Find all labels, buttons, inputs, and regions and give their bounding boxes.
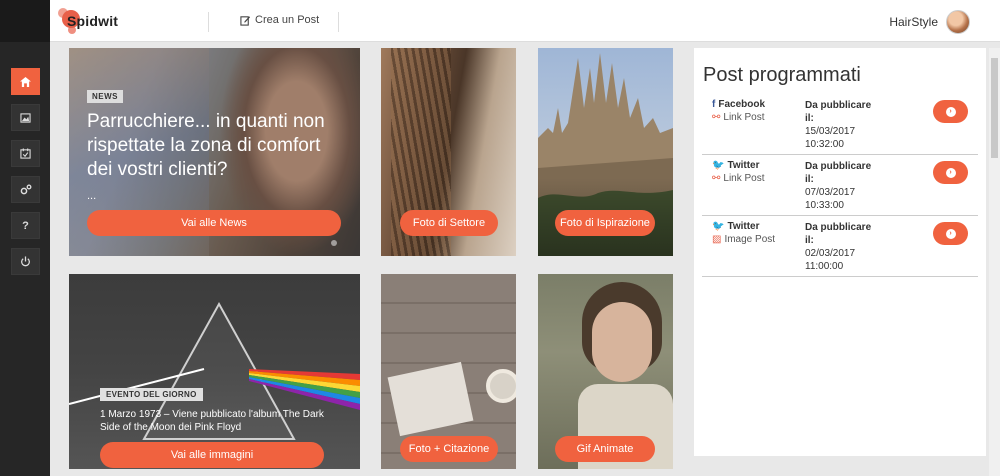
twitter-icon: 🐦 bbox=[712, 221, 725, 232]
news-tile[interactable]: NEWS Parrucchiere... in quanti non rispe… bbox=[69, 48, 360, 256]
evento-button[interactable]: Vai alle immagini bbox=[100, 442, 324, 468]
news-more: ... bbox=[87, 190, 97, 202]
scrollbar-thumb[interactable] bbox=[991, 58, 998, 158]
gif-tile[interactable]: Gif Animate bbox=[538, 274, 673, 469]
avatar bbox=[946, 10, 970, 34]
citazione-tile[interactable]: Foto + Citazione bbox=[381, 274, 516, 469]
logo-text: Spidwit bbox=[67, 13, 119, 29]
settings-icon[interactable] bbox=[11, 176, 40, 203]
prism-illustration bbox=[69, 301, 360, 440]
new-post-label: Crea un Post bbox=[255, 14, 320, 26]
post-type: ⚯ Link Post bbox=[712, 173, 765, 184]
evento-text: 1 Marzo 1973 – Viene pubblicato l'album … bbox=[100, 409, 324, 433]
settore-tile[interactable]: Foto di Settore bbox=[381, 48, 516, 256]
twitter-icon: 🐦 bbox=[712, 160, 725, 171]
news-button[interactable]: Vai alle News bbox=[87, 210, 341, 236]
news-badge: NEWS bbox=[87, 90, 123, 103]
carousel-dot[interactable] bbox=[331, 240, 337, 246]
new-post-button[interactable]: Crea un Post bbox=[240, 14, 319, 26]
network: f Facebook bbox=[712, 99, 765, 110]
gif-button[interactable]: Gif Animate bbox=[555, 436, 655, 462]
news-title: Parrucchiere... in quanti non rispettate… bbox=[87, 111, 325, 180]
home-icon[interactable] bbox=[11, 68, 40, 95]
post-type-label: Link Post bbox=[723, 112, 765, 123]
post-row: f Facebook ⚯ Link Post Da pubblicare il:… bbox=[702, 94, 978, 155]
post-type-label: Link Post bbox=[723, 173, 765, 184]
chevron-right-icon: › bbox=[945, 167, 956, 178]
power-icon[interactable] bbox=[11, 248, 40, 275]
schedule-info: Da pubblicare il: 07/03/2017 10:33:00 bbox=[805, 160, 875, 212]
network: 🐦 Twitter bbox=[712, 160, 760, 171]
chevron-right-icon: › bbox=[945, 228, 956, 239]
schedule-date: 02/03/2017 bbox=[805, 248, 856, 259]
evento-tile[interactable]: EVENTO DEL GIORNO 1 Marzo 1973 – Viene p… bbox=[69, 274, 360, 469]
logo[interactable]: Spidwit bbox=[58, 6, 178, 38]
open-post-button[interactable]: › bbox=[933, 161, 968, 184]
help-icon[interactable]: ? bbox=[11, 212, 40, 239]
schedule-label: Da pubblicare il: bbox=[805, 161, 872, 185]
image-icon: ▨ bbox=[712, 234, 722, 245]
chevron-right-icon: › bbox=[945, 106, 956, 117]
link-icon: ⚯ bbox=[712, 173, 721, 184]
cup-photo bbox=[486, 369, 516, 403]
sidebar: ? bbox=[0, 42, 50, 476]
schedule-time: 10:33:00 bbox=[805, 200, 844, 211]
schedule-date: 15/03/2017 bbox=[805, 126, 856, 137]
open-post-button[interactable]: › bbox=[933, 100, 968, 123]
post-type-label: Image Post bbox=[724, 234, 776, 245]
user-menu[interactable]: HairStyle bbox=[889, 10, 970, 34]
post-type: ▨ Image Post bbox=[712, 234, 775, 245]
schedule-time: 10:32:00 bbox=[805, 139, 844, 150]
schedule-time: 11:00:00 bbox=[805, 261, 844, 272]
top-bar: Spidwit Crea un Post HairStyle bbox=[0, 0, 1000, 42]
post-row: 🐦 Twitter ▨ Image Post Da pubblicare il:… bbox=[702, 216, 978, 277]
evento-badge: EVENTO DEL GIORNO bbox=[100, 388, 203, 401]
divider bbox=[208, 12, 209, 32]
network-label: Facebook bbox=[718, 99, 766, 110]
facebook-icon: f bbox=[712, 99, 716, 110]
network: 🐦 Twitter bbox=[712, 221, 760, 232]
gallery-icon[interactable] bbox=[11, 104, 40, 131]
citazione-button[interactable]: Foto + Citazione bbox=[400, 436, 498, 462]
settore-button[interactable]: Foto di Settore bbox=[400, 210, 498, 236]
schedule-label: Da pubblicare il: bbox=[805, 222, 872, 246]
user-name: HairStyle bbox=[889, 15, 938, 29]
scheduled-posts-panel: Post programmati f Facebook ⚯ Link Post … bbox=[694, 48, 986, 456]
link-icon: ⚯ bbox=[712, 112, 721, 123]
panel-title: Post programmati bbox=[703, 64, 861, 86]
calendar-icon[interactable] bbox=[11, 140, 40, 167]
face-shape bbox=[592, 302, 652, 382]
schedule-info: Da pubblicare il: 15/03/2017 10:32:00 bbox=[805, 99, 875, 151]
open-post-button[interactable]: › bbox=[933, 222, 968, 245]
edit-icon bbox=[240, 15, 251, 26]
ispirazione-tile[interactable]: Foto di Ispirazione bbox=[538, 48, 673, 256]
paper-photo bbox=[387, 361, 474, 437]
ispirazione-button[interactable]: Foto di Ispirazione bbox=[555, 210, 655, 236]
network-label: Twitter bbox=[727, 221, 760, 232]
post-row: 🐦 Twitter ⚯ Link Post Da pubblicare il: … bbox=[702, 155, 978, 216]
schedule-info: Da pubblicare il: 02/03/2017 11:00:00 bbox=[805, 221, 875, 273]
schedule-date: 07/03/2017 bbox=[805, 187, 856, 198]
post-type: ⚯ Link Post bbox=[712, 112, 765, 123]
divider bbox=[338, 12, 339, 32]
network-label: Twitter bbox=[727, 160, 760, 171]
scrollbar[interactable] bbox=[989, 48, 1000, 476]
schedule-label: Da pubblicare il: bbox=[805, 100, 872, 124]
sidebar-header bbox=[0, 0, 50, 42]
